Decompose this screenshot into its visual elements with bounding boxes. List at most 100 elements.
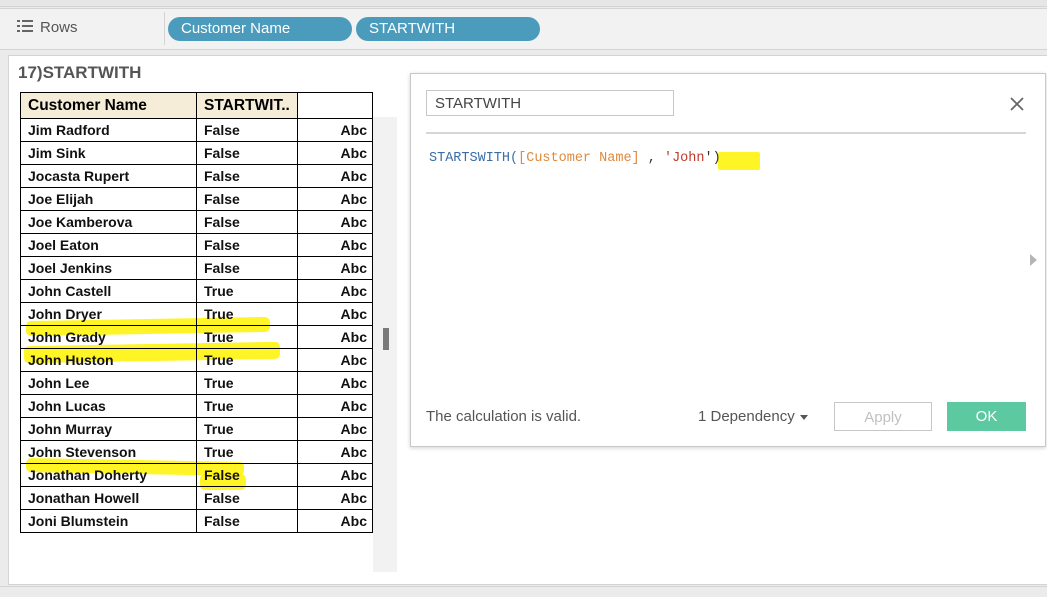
table-row: John Lee True Abc bbox=[20, 371, 373, 395]
startwith-cell[interactable]: False bbox=[196, 509, 298, 533]
expand-arrow-icon[interactable] bbox=[1030, 254, 1037, 266]
table-row: John Stevenson True Abc bbox=[20, 440, 373, 464]
customer-name-cell[interactable]: John Murray bbox=[20, 417, 197, 441]
customer-name-cell[interactable]: Jim Radford bbox=[20, 118, 197, 142]
table-row: Jim Sink False Abc bbox=[20, 141, 373, 165]
abc-marker-cell[interactable]: Abc bbox=[297, 141, 373, 165]
abc-marker-cell[interactable]: Abc bbox=[297, 164, 373, 188]
dependency-dropdown[interactable]: 1 Dependency bbox=[698, 408, 808, 425]
highlight-mark bbox=[718, 152, 760, 170]
sheet-title: 17)STARTWITH bbox=[18, 63, 142, 82]
table-row: Jocasta Rupert False Abc bbox=[20, 164, 373, 188]
abc-marker-cell[interactable]: Abc bbox=[297, 440, 373, 464]
scrollbar-thumb[interactable] bbox=[383, 328, 389, 350]
column-header-blank bbox=[297, 92, 373, 119]
table-row: Joel Eaton False Abc bbox=[20, 233, 373, 257]
abc-marker-cell[interactable]: Abc bbox=[297, 463, 373, 487]
top-bar bbox=[0, 0, 1047, 7]
abc-marker-cell[interactable]: Abc bbox=[297, 371, 373, 395]
startwith-cell[interactable]: True bbox=[196, 325, 298, 349]
list-icon bbox=[17, 20, 33, 32]
table-row: Joe Elijah False Abc bbox=[20, 187, 373, 211]
bottom-bar bbox=[0, 586, 1047, 597]
customer-name-cell[interactable]: Joe Elijah bbox=[20, 187, 197, 211]
customer-name-cell[interactable]: Jonathan Doherty bbox=[20, 463, 197, 487]
table-row: Jonathan Howell False Abc bbox=[20, 486, 373, 510]
apply-button[interactable]: Apply bbox=[834, 402, 932, 431]
table-row: John Lucas True Abc bbox=[20, 394, 373, 418]
startwith-cell[interactable]: False bbox=[196, 463, 298, 487]
customer-name-cell[interactable]: John Castell bbox=[20, 279, 197, 303]
customer-name-cell[interactable]: John Stevenson bbox=[20, 440, 197, 464]
customer-name-cell[interactable]: Jonathan Howell bbox=[20, 486, 197, 510]
pill-customer-name[interactable]: Customer Name bbox=[168, 17, 352, 41]
customer-name-cell[interactable]: Joni Blumstein bbox=[20, 509, 197, 533]
startwith-cell[interactable]: False bbox=[196, 486, 298, 510]
table-row: Joel Jenkins False Abc bbox=[20, 256, 373, 280]
abc-marker-cell[interactable]: Abc bbox=[297, 394, 373, 418]
column-header-customer-name[interactable]: Customer Name bbox=[20, 92, 197, 119]
abc-marker-cell[interactable]: Abc bbox=[297, 279, 373, 303]
customer-name-cell[interactable]: John Lee bbox=[20, 371, 197, 395]
table-row: John Murray True Abc bbox=[20, 417, 373, 441]
startwith-cell[interactable]: False bbox=[196, 187, 298, 211]
startwith-cell[interactable]: True bbox=[196, 440, 298, 464]
abc-marker-cell[interactable]: Abc bbox=[297, 233, 373, 257]
formula-close: ') bbox=[704, 151, 721, 166]
formula-field: [Customer Name] bbox=[518, 151, 640, 166]
table-row: Joni Blumstein False Abc bbox=[20, 509, 373, 533]
startwith-cell[interactable]: False bbox=[196, 118, 298, 142]
pill-startwith[interactable]: STARTWITH bbox=[356, 17, 540, 41]
customer-name-cell[interactable]: Joel Jenkins bbox=[20, 256, 197, 280]
close-icon[interactable] bbox=[1008, 95, 1026, 113]
dialog-divider bbox=[426, 132, 1026, 134]
customer-name-cell[interactable]: John Lucas bbox=[20, 394, 197, 418]
calculation-dialog bbox=[410, 73, 1046, 447]
startwith-cell[interactable]: True bbox=[196, 279, 298, 303]
startwith-cell[interactable]: True bbox=[196, 417, 298, 441]
startwith-cell[interactable]: False bbox=[196, 141, 298, 165]
customer-name-cell[interactable]: John Grady bbox=[20, 325, 197, 349]
abc-marker-cell[interactable]: Abc bbox=[297, 486, 373, 510]
formula-editor[interactable]: STARTSWITH([Customer Name] , 'John') bbox=[429, 151, 721, 166]
startwith-cell[interactable]: False bbox=[196, 256, 298, 280]
startwith-cell[interactable]: False bbox=[196, 233, 298, 257]
customer-name-cell[interactable]: Joel Eaton bbox=[20, 233, 197, 257]
formula-separator: , bbox=[639, 151, 664, 166]
dependency-label: 1 Dependency bbox=[698, 408, 795, 425]
abc-marker-cell[interactable]: Abc bbox=[297, 417, 373, 441]
customer-name-cell[interactable]: John Huston bbox=[20, 348, 197, 372]
chevron-down-icon bbox=[799, 414, 808, 420]
abc-marker-cell[interactable]: Abc bbox=[297, 210, 373, 234]
column-header-startwith[interactable]: STARTWIT.. bbox=[196, 92, 298, 119]
abc-marker-cell[interactable]: Abc bbox=[297, 302, 373, 326]
abc-marker-cell[interactable]: Abc bbox=[297, 187, 373, 211]
ok-button[interactable]: OK bbox=[947, 402, 1026, 431]
table-row: John Dryer True Abc bbox=[20, 302, 373, 326]
formula-quote: ' bbox=[663, 151, 673, 166]
startwith-cell[interactable]: False bbox=[196, 210, 298, 234]
customer-name-cell[interactable]: Joe Kamberova bbox=[20, 210, 197, 234]
abc-marker-cell[interactable]: Abc bbox=[297, 256, 373, 280]
validation-status: The calculation is valid. bbox=[426, 408, 582, 425]
abc-marker-cell[interactable]: Abc bbox=[297, 348, 373, 372]
data-table: Customer Name STARTWIT.. Jim Radford Fals… bbox=[20, 92, 373, 533]
calculation-name-field[interactable]: STARTWITH bbox=[426, 90, 674, 116]
table-row: John Castell True Abc bbox=[20, 279, 373, 303]
customer-name-cell[interactable]: Jim Sink bbox=[20, 141, 197, 165]
startwith-cell[interactable]: False bbox=[196, 164, 298, 188]
table-row: John Huston True Abc bbox=[20, 348, 373, 372]
abc-marker-cell[interactable]: Abc bbox=[297, 118, 373, 142]
startwith-cell[interactable]: True bbox=[196, 371, 298, 395]
table-row: Joe Kamberova False Abc bbox=[20, 210, 373, 234]
formula-string: John bbox=[672, 151, 705, 166]
startwith-cell[interactable]: True bbox=[196, 394, 298, 418]
startwith-cell[interactable]: True bbox=[196, 302, 298, 326]
customer-name-cell[interactable]: John Dryer bbox=[20, 302, 197, 326]
abc-marker-cell[interactable]: Abc bbox=[297, 509, 373, 533]
customer-name-cell[interactable]: Jocasta Rupert bbox=[20, 164, 197, 188]
startwith-cell[interactable]: True bbox=[196, 348, 298, 372]
table-row: Jim Radford False Abc bbox=[20, 118, 373, 142]
table-row: John Grady True Abc bbox=[20, 325, 373, 349]
abc-marker-cell[interactable]: Abc bbox=[297, 325, 373, 349]
